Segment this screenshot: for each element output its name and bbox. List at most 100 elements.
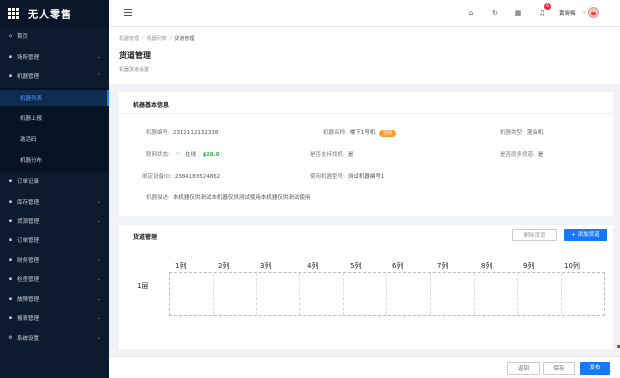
sidebar-item-orders[interactable]: ▪ 订单管理 xyxy=(0,233,109,247)
info-value: 楼下1号机 xyxy=(349,130,376,136)
card-title: 机器基本信息 xyxy=(133,102,170,109)
info-value: 在线 xyxy=(185,152,197,158)
save-button[interactable]: 保存 xyxy=(543,362,575,375)
breadcrumb-item[interactable]: 机器管理 xyxy=(119,36,139,42)
sidebar-subitem-label: 机器分布 xyxy=(20,158,43,164)
channel-cell[interactable] xyxy=(214,273,257,315)
sidebar-subitem-machine-list[interactable]: 机器列表 xyxy=(0,90,109,106)
sidebar-item-label: 检查管理 xyxy=(17,277,40,283)
channel-cell[interactable] xyxy=(300,273,344,315)
refresh-icon[interactable]: ↻ xyxy=(491,9,499,17)
chevron-down-icon: ⌄ xyxy=(96,296,101,302)
channel-cell[interactable] xyxy=(170,273,214,315)
channel-cell[interactable] xyxy=(387,273,431,315)
sidebar-subitem-label: 激活码 xyxy=(20,137,37,143)
sidebar-subitem-activation[interactable]: 激活码 xyxy=(0,131,109,147)
machine-info-card: 机器基本信息 机器编号: 2312112132338 机器名称: 楼下1号机 空闲 机… xyxy=(119,92,613,216)
chevron-up-icon: ⌃ xyxy=(96,73,101,79)
page-header: 机器管理 / 机器列表 / 货道管理 货道管理 机器货道设置 xyxy=(109,27,620,84)
user-name[interactable]: 黄晓梅 xyxy=(559,9,576,17)
info-description: 机器描述: 本机器仅供测试本机器仅供测试使用本机器仅供测试使用 xyxy=(146,193,310,201)
sidebar-subitem-distribution[interactable]: 机器分布 xyxy=(0,152,109,168)
order-list-icon: ▪ xyxy=(8,236,13,243)
channel-grid[interactable] xyxy=(169,272,605,316)
channel-cell[interactable] xyxy=(257,273,300,315)
add-channel-button[interactable]: + 添加货道 xyxy=(564,229,607,241)
info-value: 是 xyxy=(537,152,544,158)
info-multi-channel: 是否层多货道: 是 xyxy=(500,150,543,158)
status-badge: 空闲 xyxy=(379,130,397,137)
sidebar-item-stock[interactable]: ▪ 库存管理 ⌄ xyxy=(0,195,109,209)
sidebar-item-label: 机器管理 xyxy=(17,74,40,80)
notification-badge: 6 xyxy=(544,3,551,10)
sidebar-item-settings[interactable]: ⚙ 系统设置 ⌄ xyxy=(0,331,109,345)
channel-cell[interactable] xyxy=(344,273,387,315)
column-label: 4列 xyxy=(307,262,319,270)
sidebar-item-machine[interactable]: ▪ 机器管理 ⌃ xyxy=(0,69,109,83)
sidebar-item-order-record[interactable]: ▪ 订单记录 xyxy=(0,174,109,188)
avatar[interactable] xyxy=(588,7,599,18)
home-icon[interactable]: ⌂ xyxy=(467,9,475,17)
info-label: 绑定设备ID: xyxy=(142,174,172,180)
sidebar-subitem-label: 机器列表 xyxy=(20,96,43,102)
chevron-down-icon[interactable]: ⌄ xyxy=(582,9,586,15)
breadcrumb: 机器管理 / 机器列表 / 货道管理 xyxy=(119,36,195,42)
sidebar-item-goods[interactable]: ▪ 货源管理 ⌄ xyxy=(0,214,109,228)
info-label: 使用机器型号: xyxy=(310,174,345,180)
sidebar-item-label: 故障管理 xyxy=(17,297,40,303)
breadcrumb-current: 货道管理 xyxy=(174,36,195,42)
row-label: 1层 xyxy=(137,282,149,290)
info-label: 机器类型: xyxy=(500,130,524,136)
info-value: 测试机器编号1 xyxy=(347,174,385,180)
sidebar-item-label: 报表管理 xyxy=(17,316,40,322)
column-label: 6列 xyxy=(392,262,404,270)
sidebar: 无人零售 ⌂ 首页 ▪ 场所管理 ⌄ ▪ 机器管理 ⌃ 机器列表 机器上报 激活… xyxy=(0,0,109,378)
info-value: 是 xyxy=(347,152,354,158)
sidebar-item-home[interactable]: ⌂ 首页 xyxy=(0,29,109,43)
sidebar-item-venue[interactable]: ▪ 场所管理 ⌄ xyxy=(0,50,109,64)
bell-icon[interactable]: ♫ xyxy=(538,9,546,17)
info-value: 2312112132338 xyxy=(172,130,219,136)
sidebar-subitem-machine-report[interactable]: 机器上报 xyxy=(0,110,109,126)
app-name: 无人零售 xyxy=(28,10,72,21)
chevron-down-icon: ⌄ xyxy=(96,218,101,224)
channel-cell[interactable] xyxy=(431,273,475,315)
info-remote: 是否支持找机: 是 xyxy=(310,150,353,158)
channel-cell[interactable] xyxy=(475,273,518,315)
sidebar-item-finance[interactable]: ▪ 财务管理 ⌄ xyxy=(0,253,109,267)
info-machine-code: 机器编号: 2312112132338 xyxy=(146,128,218,136)
sidebar-item-fault[interactable]: ▪ 故障管理 ⌄ xyxy=(0,292,109,306)
info-value: 2384183524862 xyxy=(174,174,221,180)
channel-card: 货道管理 删除货道 + 添加货道 1列 2列 3列 4列 5列 6列 7列 8列… xyxy=(119,225,613,349)
sidebar-item-label: 场所管理 xyxy=(17,55,40,61)
sidebar-item-report[interactable]: ▪ 报表管理 ⌄ xyxy=(0,311,109,325)
delete-channel-button[interactable]: 删除货道 xyxy=(512,229,557,241)
info-device-id: 绑定设备ID: 2384183524862 xyxy=(142,172,220,180)
check-icon: ▪ xyxy=(8,275,13,282)
top-header: ⌂ ↻ ▦ ♫ 6 黄晓梅 ⌄ xyxy=(109,0,620,27)
breadcrumb-item[interactable]: 机器列表 xyxy=(147,36,167,42)
channel-cell[interactable] xyxy=(518,273,562,315)
info-value: 本机器仅供测试本机器仅供测试使用本机器仅供测试使用 xyxy=(172,195,311,201)
column-label: 1列 xyxy=(175,262,187,270)
info-value: 混合机 xyxy=(526,130,544,136)
info-network: 联网状态: ◠ 在线 ▮28.0 xyxy=(146,150,220,158)
back-button[interactable]: 返回 xyxy=(507,362,540,375)
apps-grid-icon[interactable]: ▦ xyxy=(514,9,522,17)
footer-actions: 返回 保存 发布 xyxy=(109,356,620,378)
page-subtitle: 机器货道设置 xyxy=(119,67,150,73)
info-label: 是否支持找机: xyxy=(310,152,345,158)
grid-logo-icon xyxy=(8,7,20,20)
column-label: 2列 xyxy=(218,262,230,270)
sidebar-item-label: 货源管理 xyxy=(17,219,40,225)
sidebar-item-label: 订单管理 xyxy=(17,238,40,244)
column-label: 9列 xyxy=(523,262,535,270)
menu-toggle-icon[interactable] xyxy=(124,9,132,16)
machine-icon: ▪ xyxy=(8,72,13,79)
chevron-down-icon: ⌄ xyxy=(96,199,101,205)
sidebar-item-check[interactable]: ▪ 检查管理 ⌄ xyxy=(0,272,109,286)
info-label: 联网状态: xyxy=(146,152,170,158)
column-label: 7列 xyxy=(437,262,449,270)
publish-button[interactable]: 发布 xyxy=(580,362,610,375)
chevron-down-icon: ⌄ xyxy=(96,335,101,341)
